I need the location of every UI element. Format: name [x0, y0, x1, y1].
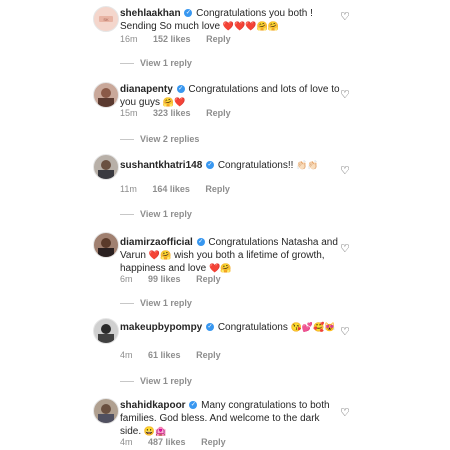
reply-button[interactable]: Reply	[206, 108, 231, 118]
likes-count[interactable]: 152 likes	[153, 34, 191, 44]
view-replies-button[interactable]: View 1 reply	[120, 58, 192, 68]
timestamp: 16m	[120, 34, 138, 44]
timestamp: 4m	[120, 437, 133, 447]
view-replies-button[interactable]: View 2 replies	[120, 134, 199, 144]
reply-button[interactable]: Reply	[205, 184, 230, 194]
comment-emoji: ❤️🤗	[148, 250, 172, 260]
reply-button[interactable]: Reply	[201, 437, 226, 447]
verified-badge-icon: ✓	[184, 9, 193, 18]
comment-meta: 11m 164 likes Reply	[120, 184, 243, 194]
username[interactable]: dianapenty	[120, 84, 173, 95]
verified-badge-icon: ✓	[189, 401, 198, 410]
divider	[120, 63, 134, 65]
comment-meta: 15m 323 likes Reply	[120, 108, 244, 118]
like-heart-icon[interactable]: ♡	[340, 242, 350, 255]
like-heart-icon[interactable]: ♡	[340, 10, 350, 23]
like-heart-icon[interactable]: ♡	[340, 164, 350, 177]
likes-count[interactable]: 323 likes	[153, 108, 191, 118]
divider	[120, 381, 134, 383]
username[interactable]: sushantkhatri148	[120, 160, 202, 171]
comment-emoji: 😀🏩	[143, 426, 167, 436]
likes-count[interactable]: 61 likes	[148, 350, 181, 360]
reply-button[interactable]: Reply	[196, 350, 221, 360]
divider	[120, 214, 134, 216]
likes-count[interactable]: 99 likes	[148, 274, 181, 284]
comment-emoji: 🤗❤️	[162, 97, 186, 107]
like-heart-icon[interactable]: ♡	[340, 325, 350, 338]
comment-meta: 4m 61 likes Reply	[120, 350, 234, 360]
avatar[interactable]	[93, 318, 119, 344]
divider	[120, 303, 134, 305]
view-replies-label: View 1 reply	[140, 58, 192, 68]
avatar[interactable]: SK	[93, 6, 119, 32]
reply-button[interactable]: Reply	[206, 34, 231, 44]
timestamp: 11m	[120, 184, 137, 194]
like-heart-icon[interactable]: ♡	[340, 88, 350, 101]
comment-emoji-2: ❤️🤗	[208, 263, 232, 273]
like-heart-icon[interactable]: ♡	[340, 406, 350, 419]
timestamp: 4m	[120, 350, 133, 360]
verified-badge-icon: ✓	[176, 85, 185, 94]
comment-emoji: 👏🏻👏🏻	[296, 160, 319, 170]
comment-text: Congratulations	[217, 322, 288, 333]
timestamp: 6m	[120, 274, 133, 284]
view-replies-button[interactable]: View 1 reply	[120, 376, 192, 386]
avatar[interactable]	[93, 82, 119, 108]
comment-body: shehlaakhan ✓ Congratulations you both !…	[120, 7, 340, 33]
verified-badge-icon: ✓	[206, 323, 215, 332]
comment-emoji: 😘💕🥰😻	[290, 322, 336, 332]
timestamp: 15m	[120, 108, 138, 118]
svg-text:SK: SK	[103, 17, 109, 22]
username[interactable]: shehlaakhan	[120, 8, 181, 19]
comment-text: Congratulations!!	[217, 160, 294, 171]
username[interactable]: shahidkapoor	[120, 400, 186, 411]
avatar[interactable]	[93, 154, 119, 180]
comment-body: diamirzaofficial ✓ Congratulations Natas…	[120, 236, 340, 275]
view-replies-label: View 2 replies	[140, 134, 200, 144]
comment-body: dianapenty ✓ Congratulations and lots of…	[120, 83, 340, 109]
view-replies-label: View 1 reply	[140, 298, 192, 308]
comment-body: shahidkapoor ✓ Many congratulations to b…	[120, 399, 340, 438]
comment-meta: 4m 487 likes Reply	[120, 437, 239, 447]
view-replies-button[interactable]: View 1 reply	[120, 209, 192, 219]
comment-body: makeupbypompy ✓ Congratulations 😘💕🥰😻	[120, 321, 340, 334]
view-replies-label: View 1 reply	[140, 376, 192, 386]
avatar[interactable]	[93, 398, 119, 424]
likes-count[interactable]: 164 likes	[152, 184, 190, 194]
comment-meta: 16m 152 likes Reply	[120, 34, 244, 44]
comment-emoji: ❤️❤️❤️🤗🤗	[222, 21, 279, 31]
verified-badge-icon: ✓	[206, 161, 215, 170]
view-replies-button[interactable]: View 1 reply	[120, 298, 192, 308]
comment-meta: 6m 99 likes Reply	[120, 274, 234, 284]
view-replies-label: View 1 reply	[140, 209, 192, 219]
verified-badge-icon: ✓	[196, 238, 205, 247]
comment-body: sushantkhatri148 ✓ Congratulations!! 👏🏻👏…	[120, 159, 340, 172]
likes-count[interactable]: 487 likes	[148, 437, 186, 447]
username[interactable]: diamirzaofficial	[120, 237, 193, 248]
username[interactable]: makeupbypompy	[120, 322, 202, 333]
avatar[interactable]	[93, 232, 119, 258]
divider	[120, 139, 134, 141]
reply-button[interactable]: Reply	[196, 274, 221, 284]
